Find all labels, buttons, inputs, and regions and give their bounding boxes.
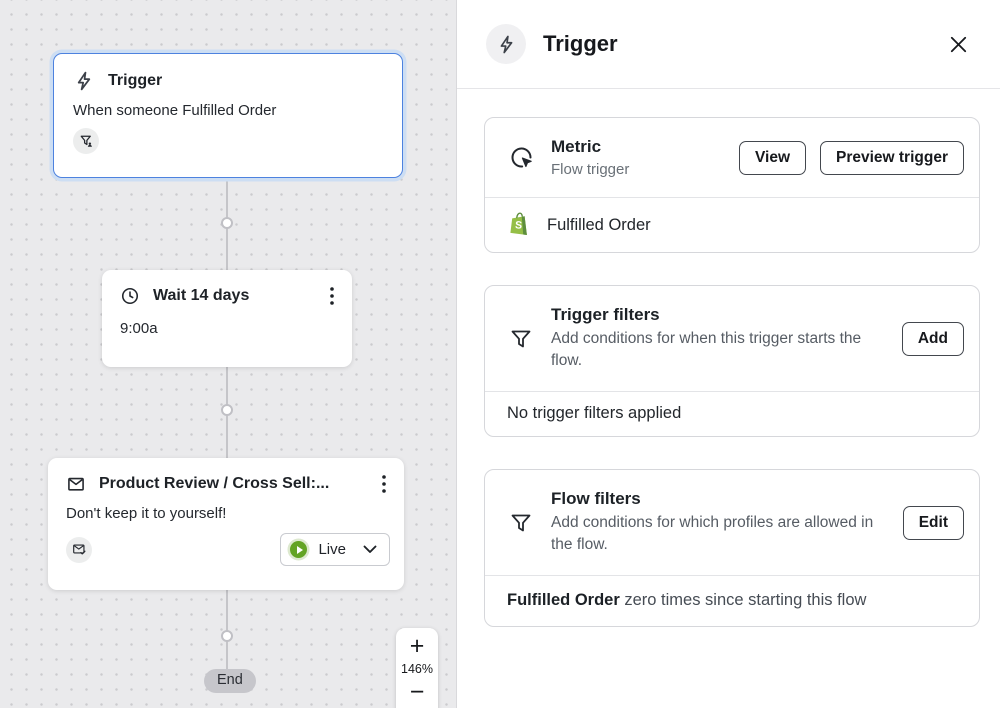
metric-icon <box>507 144 535 171</box>
kebab-icon <box>382 475 386 493</box>
kebab-icon <box>330 287 334 305</box>
email-node-menu-button[interactable] <box>378 473 390 495</box>
filter-profile-icon <box>79 134 94 149</box>
trigger-node[interactable]: Trigger When someone Fulfilled Order <box>53 53 403 178</box>
trigger-filters-title: Trigger filters <box>551 305 886 325</box>
lightning-icon <box>496 34 517 55</box>
flow-filters-summary: Fulfilled Order zero times since startin… <box>507 591 866 610</box>
metric-name: Fulfilled Order <box>547 216 651 235</box>
email-status-dropdown[interactable]: Live <box>280 533 390 566</box>
flow-connector-line <box>226 177 228 672</box>
trigger-detail-panel: Trigger Metric Flow trigger <box>456 0 1000 708</box>
zoom-level: 146% <box>401 662 433 676</box>
flow-editor: Trigger When someone Fulfilled Order Wai… <box>0 0 1000 708</box>
shopify-icon: S <box>507 211 533 239</box>
flow-filters-card: Flow filters Add conditions for which pr… <box>484 469 980 627</box>
wait-node[interactable]: Wait 14 days 9:00a <box>102 270 352 367</box>
trigger-node-description: When someone Fulfilled Order <box>73 102 383 119</box>
view-button[interactable]: View <box>739 141 806 175</box>
clock-icon <box>120 286 140 306</box>
email-node-subject: Don't keep it to yourself! <box>66 505 390 522</box>
envelope-icon <box>66 474 86 494</box>
add-filter-button[interactable]: Add <box>902 322 964 356</box>
svg-text:S: S <box>515 219 523 231</box>
zoom-out-button[interactable]: − <box>410 679 425 706</box>
chevron-down-icon <box>363 545 377 554</box>
panel-header: Trigger <box>457 0 1000 89</box>
flow-filters-title: Flow filters <box>551 489 887 509</box>
panel-body: Metric Flow trigger View Preview trigger <box>457 89 1000 627</box>
zoom-in-button[interactable]: + <box>410 633 425 660</box>
wait-node-menu-button[interactable] <box>326 285 338 307</box>
funnel-icon <box>507 511 535 535</box>
trigger-filter-badge <box>73 128 99 154</box>
email-status-label: Live <box>318 541 346 558</box>
flow-filters-summary-metric: Fulfilled Order <box>507 591 620 609</box>
metric-card-subtitle: Flow trigger <box>551 161 629 178</box>
add-step-node[interactable] <box>221 217 233 229</box>
trigger-filters-card: Trigger filters Add conditions for when … <box>484 285 980 437</box>
trigger-icon-circle <box>486 24 526 64</box>
edit-filter-button[interactable]: Edit <box>903 506 964 540</box>
trigger-filters-description: Add conditions for when this trigger sta… <box>551 328 886 372</box>
wait-node-schedule: 9:00a <box>120 320 338 337</box>
email-node[interactable]: Product Review / Cross Sell:... Don't ke… <box>48 458 404 590</box>
email-node-title: Product Review / Cross Sell:... <box>99 475 329 493</box>
funnel-icon <box>507 327 535 351</box>
envelope-check-icon <box>72 542 87 557</box>
email-status-badge <box>66 537 92 563</box>
zoom-controls: + 146% − <box>396 628 438 708</box>
flow-canvas[interactable]: Trigger When someone Fulfilled Order Wai… <box>0 0 456 708</box>
close-icon <box>947 33 970 56</box>
flow-end-label: End <box>204 669 256 693</box>
play-icon <box>290 541 307 558</box>
add-step-node[interactable] <box>221 630 233 642</box>
add-step-node[interactable] <box>221 404 233 416</box>
close-panel-button[interactable] <box>947 33 970 56</box>
metric-card: Metric Flow trigger View Preview trigger <box>484 117 980 253</box>
metric-card-titles: Metric Flow trigger <box>551 137 629 178</box>
preview-trigger-button[interactable]: Preview trigger <box>820 141 964 175</box>
metric-card-title: Metric <box>551 137 629 157</box>
flow-filters-titles: Flow filters Add conditions for which pr… <box>551 489 887 556</box>
wait-node-title: Wait 14 days <box>153 287 249 305</box>
flow-filters-summary-rest: zero times since starting this flow <box>620 591 867 609</box>
lightning-icon <box>73 70 95 92</box>
trigger-filters-titles: Trigger filters Add conditions for when … <box>551 305 886 372</box>
panel-title: Trigger <box>543 31 618 57</box>
trigger-node-title: Trigger <box>108 72 162 90</box>
trigger-filters-empty-state: No trigger filters applied <box>507 404 681 423</box>
flow-filters-description: Add conditions for which profiles are al… <box>551 512 887 556</box>
